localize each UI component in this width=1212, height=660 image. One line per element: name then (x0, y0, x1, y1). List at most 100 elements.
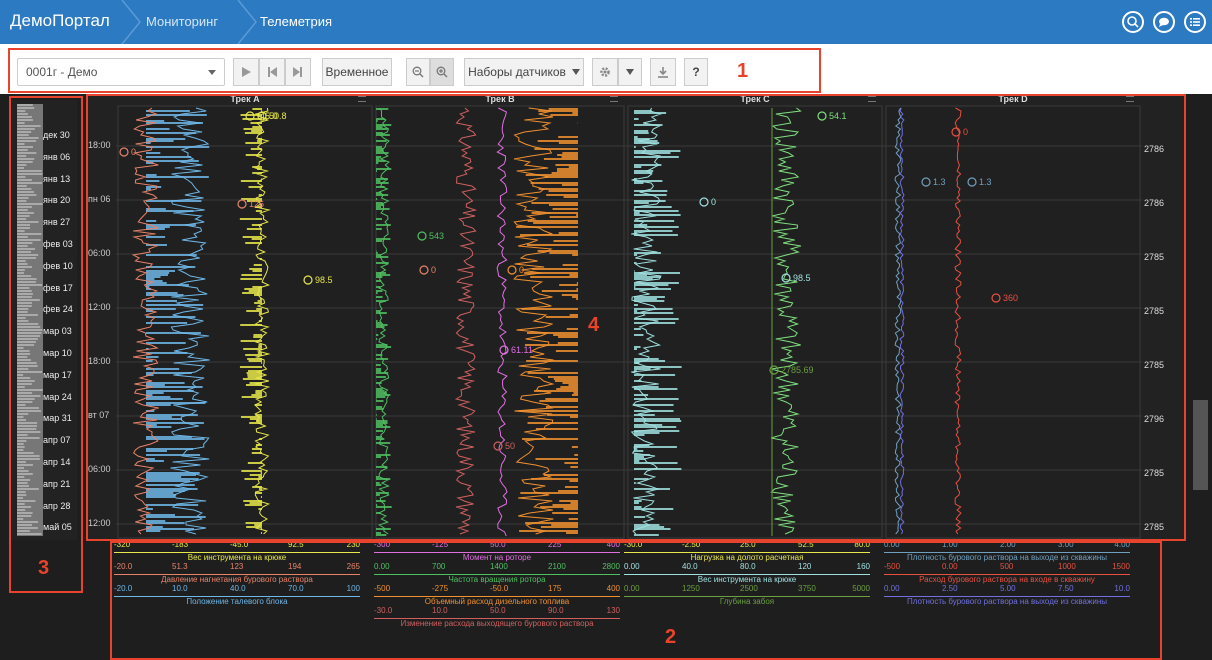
navigator-bar (17, 284, 43, 286)
annotation-label-4: 4 (588, 314, 600, 336)
sensor-fill (376, 252, 378, 254)
legend-tick-label: 1.00 (942, 540, 958, 549)
legend-series-name: Момент на роторе (462, 553, 532, 562)
legend-row[interactable]: 0.00 40.0 80.0 120 160 Вес инструмента на крю… (624, 562, 870, 584)
sensor-fill (634, 190, 668, 192)
legend-row[interactable]: -500 0.00 500 1000 1500 Расход бурового раств… (884, 562, 1130, 584)
help-button[interactable]: ? (684, 58, 708, 86)
sensor-fill (634, 506, 642, 508)
sensor-fill (634, 488, 670, 490)
zoom-in-button[interactable] (430, 58, 454, 86)
navigator-strip[interactable] (17, 104, 43, 536)
value-marker-label: 98.5 (793, 273, 811, 283)
sensor-fill (246, 228, 262, 230)
sensor-fill (146, 478, 199, 480)
legend-row[interactable]: -30.0 10.0 50.0 90.0 130 Изменение расхода вы… (374, 606, 620, 628)
sensor-fill (537, 250, 578, 252)
play-button[interactable] (233, 58, 259, 86)
legend-row[interactable]: -20.0 10.0 40.0 70.0 100 Положение талевого б… (114, 584, 360, 606)
time-navigator[interactable]: дек 30 янв 06 янв 13 янв 20 янв 27 фев 03 фев … (11, 100, 77, 540)
track-menu-icon[interactable] (868, 96, 876, 102)
navigator-bar (17, 302, 32, 304)
legend-row[interactable]: -20.0 51.3 123 194 265 Давление нагнетания бу… (114, 562, 360, 584)
navigator-date-label: май 05 (43, 522, 72, 533)
sensor-fill (240, 324, 262, 326)
chat-icon[interactable] (1153, 11, 1175, 33)
sensor-fill (634, 132, 649, 134)
well-select[interactable]: 0001г - Демо (17, 58, 225, 86)
sensor-fill (561, 294, 578, 296)
sensor-fill (245, 142, 262, 144)
sensor-fill (376, 194, 389, 196)
telemetry-plot-area[interactable]: 50.8 -45.0 0 126 98.5 543 0 0 61.11 50 54.1 0 98.5 27… (86, 94, 1186, 541)
sensor-fill (540, 526, 579, 528)
sensor-fill (376, 392, 387, 394)
sensor-fill (146, 152, 161, 154)
legend-row[interactable]: -500 -275 -50.0 175 400 Объемный расход дизел… (374, 584, 620, 606)
navigator-date-label: мар 31 (43, 413, 72, 424)
sensor-fill (531, 268, 578, 270)
sensor-sets-dropdown[interactable]: Наборы датчиков (464, 58, 584, 86)
navigator-bar (17, 332, 42, 334)
breadcrumb-telemetry[interactable]: Телеметрия (260, 14, 332, 29)
legend-row[interactable]: 0.00 700 1400 2100 2800 Частота вращения рото… (374, 562, 620, 584)
track-menu-icon[interactable] (610, 96, 618, 102)
navigator-bar (17, 212, 34, 214)
sensor-fill (257, 140, 263, 142)
legend-scale: -500 -275 -50.0 175 400 (374, 584, 620, 596)
navigator-bar (17, 203, 43, 205)
sensor-fill (634, 286, 636, 288)
sensor-fill (246, 310, 262, 312)
legend-row[interactable]: -300 -125 50.0 225 400 Момент на роторе (374, 540, 620, 562)
vertical-scrollbar[interactable] (1193, 400, 1208, 490)
navigator-bar (17, 527, 38, 529)
navigator-histogram (17, 104, 43, 535)
navigator-bar (17, 491, 26, 493)
sensor-fill (376, 208, 390, 210)
sensor-fill (568, 518, 578, 520)
skip-forward-button[interactable] (285, 58, 311, 86)
settings-dropdown-button[interactable] (618, 58, 642, 86)
settings-button[interactable] (592, 58, 618, 86)
brand-logo[interactable]: ДемоПортал (10, 11, 110, 31)
navigator-bar (17, 479, 31, 481)
legend-row[interactable]: 0.00 1.00 2.00 3.00 4.00 Плотность бурового р… (884, 540, 1130, 562)
navigator-bar (17, 254, 39, 256)
sensor-fill (634, 124, 663, 126)
download-button[interactable] (650, 58, 676, 86)
navigator-bar (17, 275, 32, 277)
search-icon[interactable] (1122, 11, 1144, 33)
menu-list-icon[interactable] (1184, 11, 1206, 33)
sensor-fill (250, 148, 262, 150)
legend-tick-label: 52.5 (798, 540, 814, 549)
navigator-bar (17, 194, 37, 196)
sensor-fill (146, 460, 164, 462)
sensor-fill (146, 382, 185, 384)
legend-row[interactable]: 0.00 1250 2500 3750 5000 Глубина забоя (624, 584, 870, 606)
time-mode-button[interactable]: Временное (322, 58, 392, 86)
sensor-fill (251, 452, 262, 454)
legend-row[interactable]: -30.0 -2.50 25.0 52.5 80.0 Нагрузка на долото… (624, 540, 870, 562)
sensor-fill (245, 242, 263, 244)
sensor-fill (563, 196, 579, 198)
legend-tick-label: 1000 (1058, 562, 1076, 571)
legend-scale: -300 -125 50.0 225 400 (374, 540, 620, 552)
sensor-fill (146, 472, 200, 474)
sensor-fill (258, 312, 262, 314)
sensor-fill (249, 382, 262, 384)
track-title: Трек A (230, 94, 260, 104)
breadcrumb-monitoring[interactable]: Мониторинг (146, 14, 218, 29)
navigator-bar (17, 122, 25, 124)
skip-back-button[interactable] (259, 58, 285, 86)
legend-row[interactable]: -320 -183 -45.0 92.5 230 Вес инструмента на к… (114, 540, 360, 562)
sensor-fill (376, 344, 388, 346)
zoom-out-button[interactable] (406, 58, 430, 86)
breadcrumb-separator-icon (237, 0, 257, 44)
sensor-fill (376, 484, 382, 486)
sensor-fill (376, 256, 389, 258)
legend-series-name: Глубина забоя (719, 597, 775, 606)
legend-tick-label: 10.0 (172, 584, 188, 593)
legend-row[interactable]: 0.00 2.50 5.00 7.50 10.0 Плотность бурового р… (884, 584, 1130, 606)
track-menu-icon[interactable] (358, 96, 366, 102)
track-menu-icon[interactable] (1126, 96, 1134, 102)
